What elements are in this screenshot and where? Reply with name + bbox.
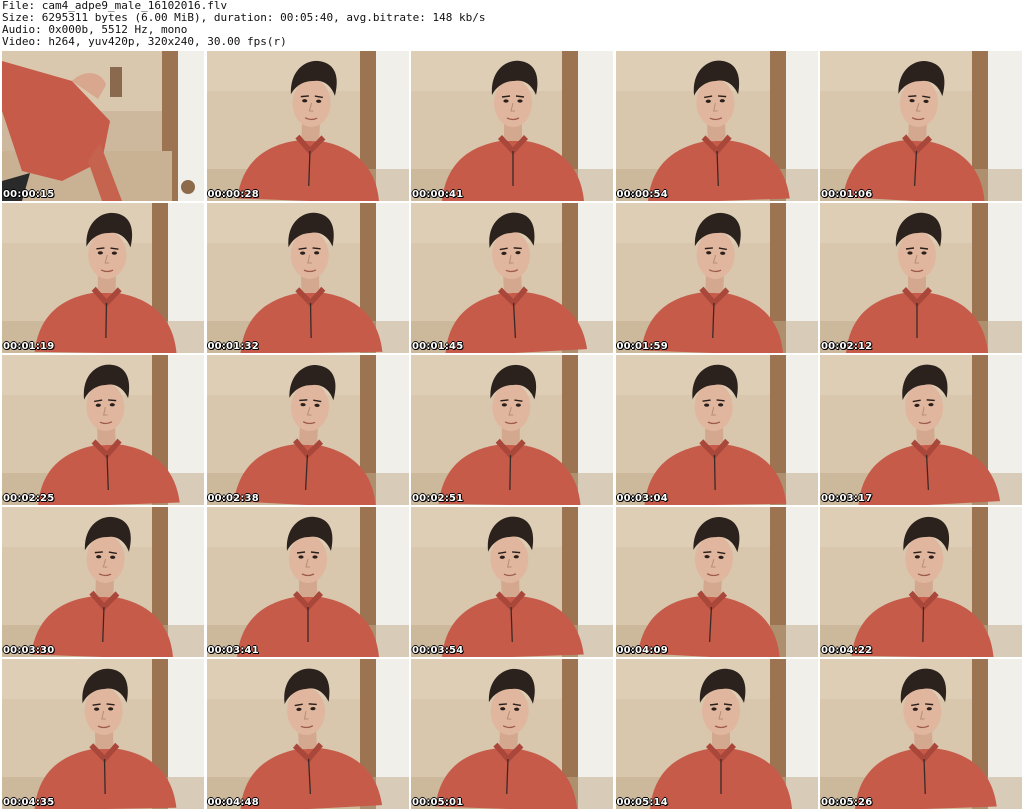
thumbnail-frame: 00:00:15 <box>2 51 204 201</box>
frame-image-portrait <box>615 659 818 809</box>
thumbnail-frame: 00:02:12 <box>820 203 1022 353</box>
frame-image-portrait <box>615 507 818 657</box>
thumbnail-frame: 00:04:35 <box>2 659 204 809</box>
frame-image-portrait <box>2 507 204 657</box>
frame-image-portrait <box>2 659 204 809</box>
frame-image-portrait <box>411 51 613 201</box>
frame-image-intro <box>2 51 204 201</box>
frame-timestamp: 00:01:06 <box>821 189 873 200</box>
thumbnail-frame: 00:00:54 <box>615 51 818 201</box>
frame-timestamp: 00:03:04 <box>616 493 668 504</box>
thumbnail-frame: 00:01:32 <box>206 203 409 353</box>
frame-timestamp: 00:03:54 <box>412 645 464 656</box>
frame-image-portrait <box>820 355 1022 505</box>
frame-timestamp: 00:03:30 <box>3 645 55 656</box>
frame-image-portrait <box>615 355 818 505</box>
frame-image-portrait <box>206 355 409 505</box>
thumbnail-grid: 00:00:15 00:00:28 00:00:41 00:00:54 00:0… <box>2 51 1022 809</box>
frame-timestamp: 00:01:32 <box>207 341 259 352</box>
thumbnail-frame: 00:03:04 <box>615 355 818 505</box>
frame-timestamp: 00:04:48 <box>207 797 259 808</box>
frame-timestamp: 00:02:51 <box>412 493 464 504</box>
frame-image-portrait <box>820 203 1022 353</box>
frame-timestamp: 00:00:54 <box>616 189 668 200</box>
frame-timestamp: 00:05:26 <box>821 797 873 808</box>
frame-image-portrait <box>411 355 613 505</box>
thumbnail-frame: 00:02:25 <box>2 355 204 505</box>
frame-timestamp: 00:03:17 <box>821 493 873 504</box>
frame-timestamp: 00:01:45 <box>412 341 464 352</box>
thumbnail-frame: 00:03:30 <box>2 507 204 657</box>
frame-image-portrait <box>615 51 818 201</box>
frame-image-portrait <box>2 203 204 353</box>
frame-image-portrait <box>820 51 1022 201</box>
frame-image-portrait <box>411 659 613 809</box>
thumbnail-frame: 00:01:59 <box>615 203 818 353</box>
frame-timestamp: 00:00:28 <box>207 189 259 200</box>
thumbnail-frame: 00:01:19 <box>2 203 204 353</box>
thumbnail-frame: 00:03:17 <box>820 355 1022 505</box>
frame-timestamp: 00:04:09 <box>616 645 668 656</box>
thumbnail-frame: 00:01:45 <box>411 203 613 353</box>
frame-image-portrait <box>206 203 409 353</box>
frame-image-portrait <box>411 507 613 657</box>
frame-timestamp: 00:00:41 <box>412 189 464 200</box>
thumbnail-frame: 00:04:48 <box>206 659 409 809</box>
frame-timestamp: 00:01:59 <box>616 341 668 352</box>
frame-timestamp: 00:02:12 <box>821 341 873 352</box>
thumbnail-frame: 00:03:54 <box>411 507 613 657</box>
thumbnail-frame: 00:03:41 <box>206 507 409 657</box>
thumbnail-frame: 00:05:14 <box>615 659 818 809</box>
frame-image-portrait <box>615 203 818 353</box>
thumbnail-frame: 00:05:26 <box>820 659 1022 809</box>
frame-image-portrait <box>820 659 1022 809</box>
frame-timestamp: 00:05:14 <box>616 797 668 808</box>
thumbnail-frame: 00:05:01 <box>411 659 613 809</box>
frame-image-portrait <box>206 51 409 201</box>
frame-image-portrait <box>820 507 1022 657</box>
file-info-header: File: cam4_adpe9_male_16102016.flv Size:… <box>2 0 1022 50</box>
frame-timestamp: 00:01:19 <box>3 341 55 352</box>
frame-image-portrait <box>206 659 409 809</box>
frame-timestamp: 00:02:38 <box>207 493 259 504</box>
frame-timestamp: 00:04:35 <box>3 797 55 808</box>
frame-timestamp: 00:02:25 <box>3 493 55 504</box>
frame-image-portrait <box>2 355 204 505</box>
thumbnail-frame: 00:02:51 <box>411 355 613 505</box>
thumbnail-frame: 00:00:28 <box>206 51 409 201</box>
thumbnail-frame: 00:00:41 <box>411 51 613 201</box>
frame-image-portrait <box>206 507 409 657</box>
frame-timestamp: 00:04:22 <box>821 645 873 656</box>
frame-timestamp: 00:03:41 <box>207 645 259 656</box>
thumbnail-frame: 00:02:38 <box>206 355 409 505</box>
video-info-line: Video: h264, yuv420p, 320x240, 30.00 fps… <box>2 35 287 48</box>
thumbnail-frame: 00:01:06 <box>820 51 1022 201</box>
thumbnail-frame: 00:04:09 <box>615 507 818 657</box>
frame-image-portrait <box>411 203 613 353</box>
thumbnail-frame: 00:04:22 <box>820 507 1022 657</box>
frame-timestamp: 00:00:15 <box>3 189 55 200</box>
frame-timestamp: 00:05:01 <box>412 797 464 808</box>
